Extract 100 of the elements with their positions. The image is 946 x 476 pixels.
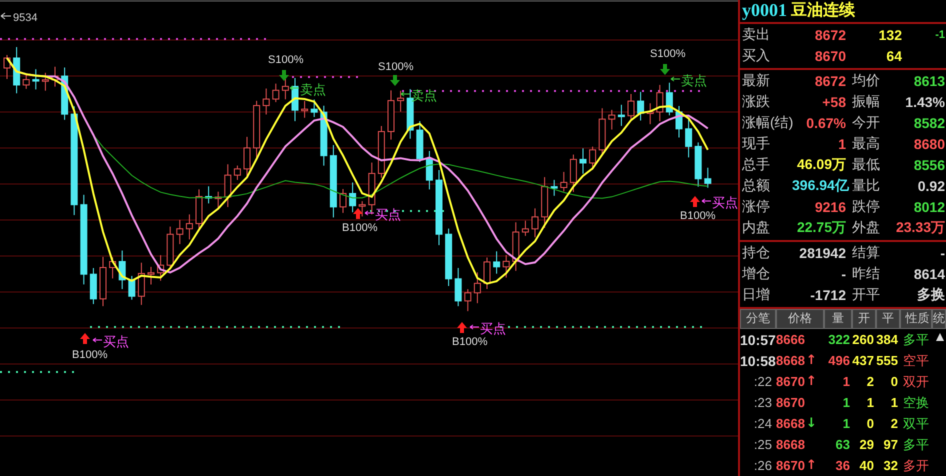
order-label: 卖出 xyxy=(741,26,771,44)
column-header: 性质 xyxy=(900,308,932,329)
stat-label: 内盘 xyxy=(741,219,771,238)
contract-symbol: y0001 xyxy=(742,0,787,22)
left-arrow-icon xyxy=(364,210,374,216)
candlestick xyxy=(61,66,68,120)
stat-value: 1.43% xyxy=(904,94,946,110)
candlestick xyxy=(454,267,462,307)
candlestick xyxy=(694,142,702,188)
stat-label: 最高 xyxy=(851,135,881,154)
up-arrow-icon xyxy=(353,208,363,219)
stat-label: 持仓 xyxy=(741,244,771,262)
candlestick xyxy=(618,104,625,126)
tick-price: 8670 xyxy=(776,395,805,410)
candlestick xyxy=(608,109,616,130)
stat-value: -1712 xyxy=(809,287,846,304)
candlestick xyxy=(484,257,490,290)
tick-volume: 1 xyxy=(842,416,851,431)
column-header: 平 xyxy=(876,308,900,329)
candlestick xyxy=(52,66,58,88)
candlestick xyxy=(560,171,568,192)
tick-volume: 322 xyxy=(827,332,851,347)
stat-label: 最新 xyxy=(741,72,771,90)
stat-label: 今开 xyxy=(851,114,881,132)
tick-open: 29 xyxy=(858,437,875,452)
candlestick xyxy=(522,220,529,236)
stat-value: 0.67% xyxy=(805,115,846,132)
stat-label: 昨结 xyxy=(851,265,881,284)
candlestick xyxy=(637,91,644,122)
stat-label: 最低 xyxy=(851,156,881,174)
up-arrow-icon xyxy=(690,196,700,207)
high-price-label: 9534 xyxy=(13,12,38,24)
arrow-glyph: ↓ xyxy=(806,416,817,431)
stat-value: 8680 xyxy=(912,136,946,152)
tick-time: 10:57 xyxy=(740,332,776,348)
stat-label: 涨幅(结) xyxy=(741,114,792,132)
candlestick xyxy=(234,165,241,180)
candlestick xyxy=(502,254,510,278)
candlestick xyxy=(598,108,606,156)
candlestick xyxy=(550,179,558,196)
column-header: 分笔 xyxy=(740,308,776,329)
stat-value: - xyxy=(939,245,946,262)
tick-time: :22 xyxy=(752,374,773,389)
stat-label: 开平 xyxy=(851,286,881,304)
down-arrow-icon xyxy=(660,64,670,75)
stat-label: 均价 xyxy=(851,72,881,90)
candlestick xyxy=(186,214,193,240)
tick-volume: 1 xyxy=(842,374,851,389)
candlestick xyxy=(445,228,452,287)
tick-nature: 双开 xyxy=(902,372,930,390)
stat-value: 8614 xyxy=(912,266,946,282)
buy-percent-label: B100% xyxy=(680,210,716,222)
contract-name: 豆油连续 xyxy=(791,0,855,22)
candlestick xyxy=(685,118,692,158)
arrow-glyph: ↑ xyxy=(806,458,817,473)
tick-open: 2 xyxy=(866,374,875,389)
tick-price: 8670 xyxy=(776,374,805,389)
left-arrow-icon xyxy=(470,324,480,330)
buy-percent-label: B100% xyxy=(452,336,488,348)
tick-time: :24 xyxy=(752,416,773,431)
sell-percent-label: S100% xyxy=(378,61,414,73)
candlestick xyxy=(349,182,356,213)
candlestick xyxy=(166,226,174,270)
order-volume: 132 xyxy=(878,27,902,44)
tick-open: 1 xyxy=(866,395,875,410)
candlestick xyxy=(118,250,126,290)
tick-open: 0 xyxy=(866,416,875,431)
stat-label: 增仓 xyxy=(741,265,771,284)
candlestick xyxy=(90,268,97,305)
tick-close: 0 xyxy=(890,374,899,389)
tick-nature: 双平 xyxy=(902,414,930,432)
down-arrow-icon xyxy=(279,70,289,81)
candlestick xyxy=(416,120,424,162)
stat-label: 外盘 xyxy=(851,219,881,238)
candlestick xyxy=(224,164,232,208)
stat-label: 跌停 xyxy=(851,198,881,216)
stat-value: 多换 xyxy=(916,286,946,304)
tick-time: :26 xyxy=(752,458,773,473)
tick-close: 2 xyxy=(890,416,899,431)
candlestick xyxy=(656,84,664,122)
scroll-up-icon[interactable] xyxy=(935,332,945,342)
candlestick xyxy=(493,250,500,274)
tick-nature: 空平 xyxy=(902,352,930,370)
stat-value: 8556 xyxy=(912,157,946,174)
order-price: 8670 xyxy=(814,48,846,64)
candlestick xyxy=(244,136,250,178)
tick-close: 97 xyxy=(882,437,899,452)
stat-value: 22.75万 xyxy=(796,219,846,238)
candlestick xyxy=(368,162,376,215)
candlestick xyxy=(272,83,280,103)
candlestick xyxy=(148,266,154,285)
candlestick xyxy=(214,191,222,208)
candlestick xyxy=(628,93,634,122)
tick-time: :25 xyxy=(752,437,773,452)
up-arrow-icon xyxy=(457,322,467,333)
sell-percent-label: S100% xyxy=(268,54,304,66)
left-arrow-icon xyxy=(290,86,300,90)
candlestick xyxy=(13,46,20,94)
stat-label: 量比 xyxy=(851,177,881,196)
candlestick xyxy=(580,148,586,174)
